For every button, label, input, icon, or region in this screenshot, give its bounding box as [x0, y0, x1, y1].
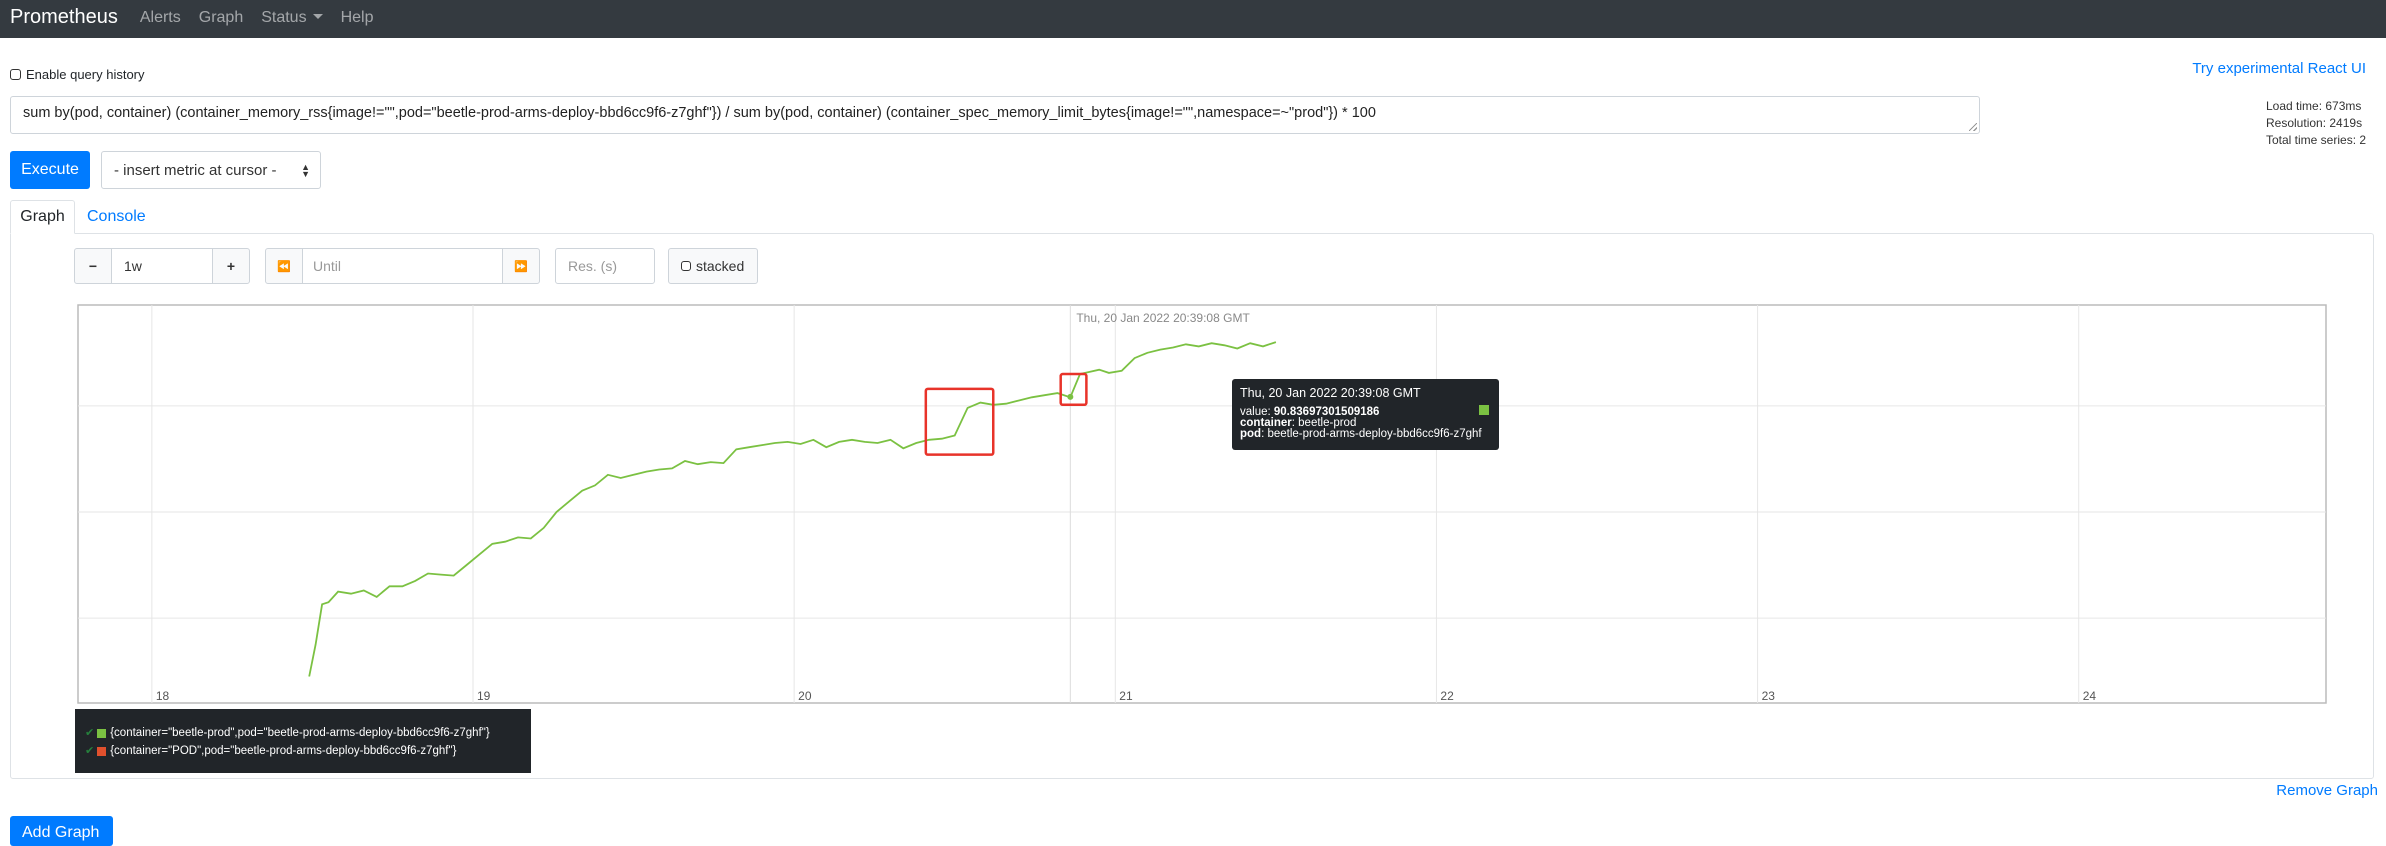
- nav-status[interactable]: Status: [261, 9, 323, 27]
- x-tick-label: 19: [477, 689, 491, 703]
- hover-time-label: Thu, 20 Jan 2022 20:39:08 GMT: [1076, 311, 1250, 325]
- history-label: Enable query history: [26, 67, 145, 82]
- tooltip-pod-label: pod: [1240, 428, 1262, 440]
- query-stats: Load time: 673ms Resolution: 2419s Total…: [2266, 98, 2366, 149]
- x-tick-label: 24: [2083, 689, 2097, 703]
- history-checkbox[interactable]: [10, 69, 21, 80]
- legend-label: {container="beetle-prod",pod="beetle-pro…: [110, 727, 490, 739]
- graph-legend: ✔ {container="beetle-prod",pod="beetle-p…: [75, 709, 531, 773]
- insert-metric-label: - insert metric at cursor -: [114, 161, 277, 179]
- increase-range-button[interactable]: +: [212, 248, 250, 284]
- legend-label: {container="POD",pod="beetle-prod-arms-d…: [110, 745, 457, 757]
- legend-item-beetle-prod[interactable]: ✔ {container="beetle-prod",pod="beetle-p…: [85, 724, 531, 742]
- react-ui-link[interactable]: Try experimental React UI: [2192, 60, 2366, 77]
- check-icon: ✔: [85, 727, 95, 739]
- tooltip-pod-line: pod: beetle-prod-arms-deploy-bbd6cc9f6-z…: [1240, 428, 1491, 440]
- legend-swatch: [97, 746, 107, 756]
- insert-metric-select[interactable]: - insert metric at cursor - ▲ ▼: [101, 151, 321, 189]
- query-history-toggle[interactable]: Enable query history: [10, 67, 145, 82]
- caret-down-icon: [312, 14, 323, 19]
- decrease-range-button[interactable]: −: [74, 248, 112, 284]
- tooltip-series-swatch: [1479, 405, 1489, 415]
- legend-item-pod[interactable]: ✔ {container="POD",pod="beetle-prod-arms…: [85, 742, 531, 760]
- x-tick-label: 18: [156, 689, 170, 703]
- stacked-checkbox[interactable]: [681, 261, 691, 271]
- resolution-input[interactable]: Res. (s): [555, 248, 655, 284]
- check-icon: ✔: [85, 745, 95, 757]
- tab-graph[interactable]: Graph: [10, 200, 75, 234]
- x-tick-label: 23: [1762, 689, 1776, 703]
- graph-chart[interactable]: 70809018192021222324Thu, 20 Jan 2022 20:…: [53, 303, 2328, 705]
- expression-input[interactable]: sum by(pod, container) (container_memory…: [10, 96, 1980, 134]
- total-time-series: Total time series: 2: [2266, 133, 2367, 147]
- chart-svg[interactable]: 70809018192021222324Thu, 20 Jan 2022 20:…: [53, 303, 2328, 705]
- brand-link[interactable]: Prometheus: [10, 6, 118, 29]
- legend-swatch: [97, 728, 107, 738]
- resize-handle-icon[interactable]: [1969, 123, 1977, 131]
- x-tick-label: 22: [1440, 689, 1454, 703]
- until-input[interactable]: Until: [303, 248, 502, 284]
- nav-status-label: Status: [261, 9, 307, 26]
- tooltip-pod: : beetle-prod-arms-deploy-bbd6cc9f6-z7gh…: [1261, 428, 1482, 440]
- add-graph-button[interactable]: Add Graph: [10, 816, 113, 846]
- fast-forward-icon[interactable]: ⏩: [502, 248, 540, 284]
- nav-help[interactable]: Help: [341, 9, 374, 27]
- nav-graph[interactable]: Graph: [199, 9, 243, 27]
- stacked-label: stacked: [696, 258, 745, 274]
- select-arrows-icon: ▲ ▼: [301, 162, 310, 179]
- resolution: Resolution: 2419s: [2266, 116, 2363, 130]
- remove-graph-link[interactable]: Remove Graph: [2276, 782, 2378, 799]
- x-tick-label: 21: [1119, 689, 1133, 703]
- plot-frame: [77, 304, 2327, 704]
- nav-alerts[interactable]: Alerts: [140, 9, 181, 27]
- stacked-toggle[interactable]: stacked: [668, 248, 758, 284]
- tooltip-date: Thu, 20 Jan 2022 20:39:08 GMT: [1240, 386, 1421, 400]
- execute-button[interactable]: Execute: [10, 151, 90, 189]
- rewind-icon[interactable]: ⏪: [265, 248, 303, 284]
- navbar: Prometheus Alerts Graph Status Help: [0, 0, 2386, 38]
- x-tick-label: 20: [798, 689, 812, 703]
- hover-point: [1067, 393, 1074, 400]
- range-input[interactable]: 1w: [112, 248, 212, 284]
- hover-tooltip: Thu, 20 Jan 2022 20:39:08 GMT value: 90.…: [1232, 379, 1499, 450]
- expression-text: sum by(pod, container) (container_memory…: [23, 105, 1376, 121]
- tab-console[interactable]: Console: [87, 200, 146, 234]
- load-time: Load time: 673ms: [2266, 99, 2362, 113]
